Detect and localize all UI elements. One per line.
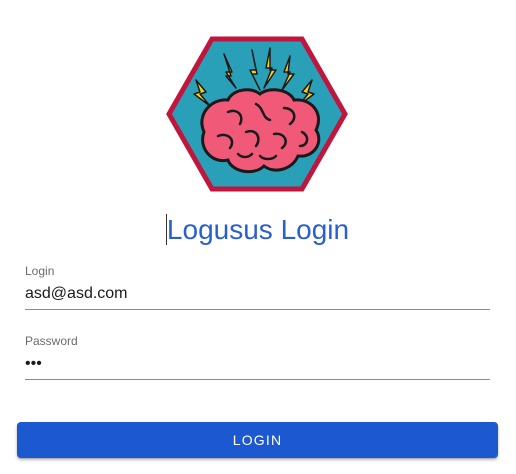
page-title: Logusus Login xyxy=(165,214,350,246)
title-container: Logusus Login xyxy=(0,214,516,246)
login-input[interactable] xyxy=(25,284,490,304)
login-field-label: Login xyxy=(25,264,55,278)
password-field-label: Password xyxy=(25,334,78,348)
login-field: Login xyxy=(25,264,490,310)
login-page: Logusus Login Login Password LOGIN xyxy=(0,0,516,474)
password-input[interactable] xyxy=(25,354,490,374)
password-field: Password xyxy=(25,334,490,380)
login-field-underline xyxy=(25,309,490,310)
login-button[interactable]: LOGIN xyxy=(17,422,498,458)
page-title-text: Logusus Login xyxy=(166,214,350,245)
password-field-underline xyxy=(25,379,490,380)
text-cursor xyxy=(165,214,167,245)
brain-lightning-logo-icon xyxy=(166,36,348,192)
